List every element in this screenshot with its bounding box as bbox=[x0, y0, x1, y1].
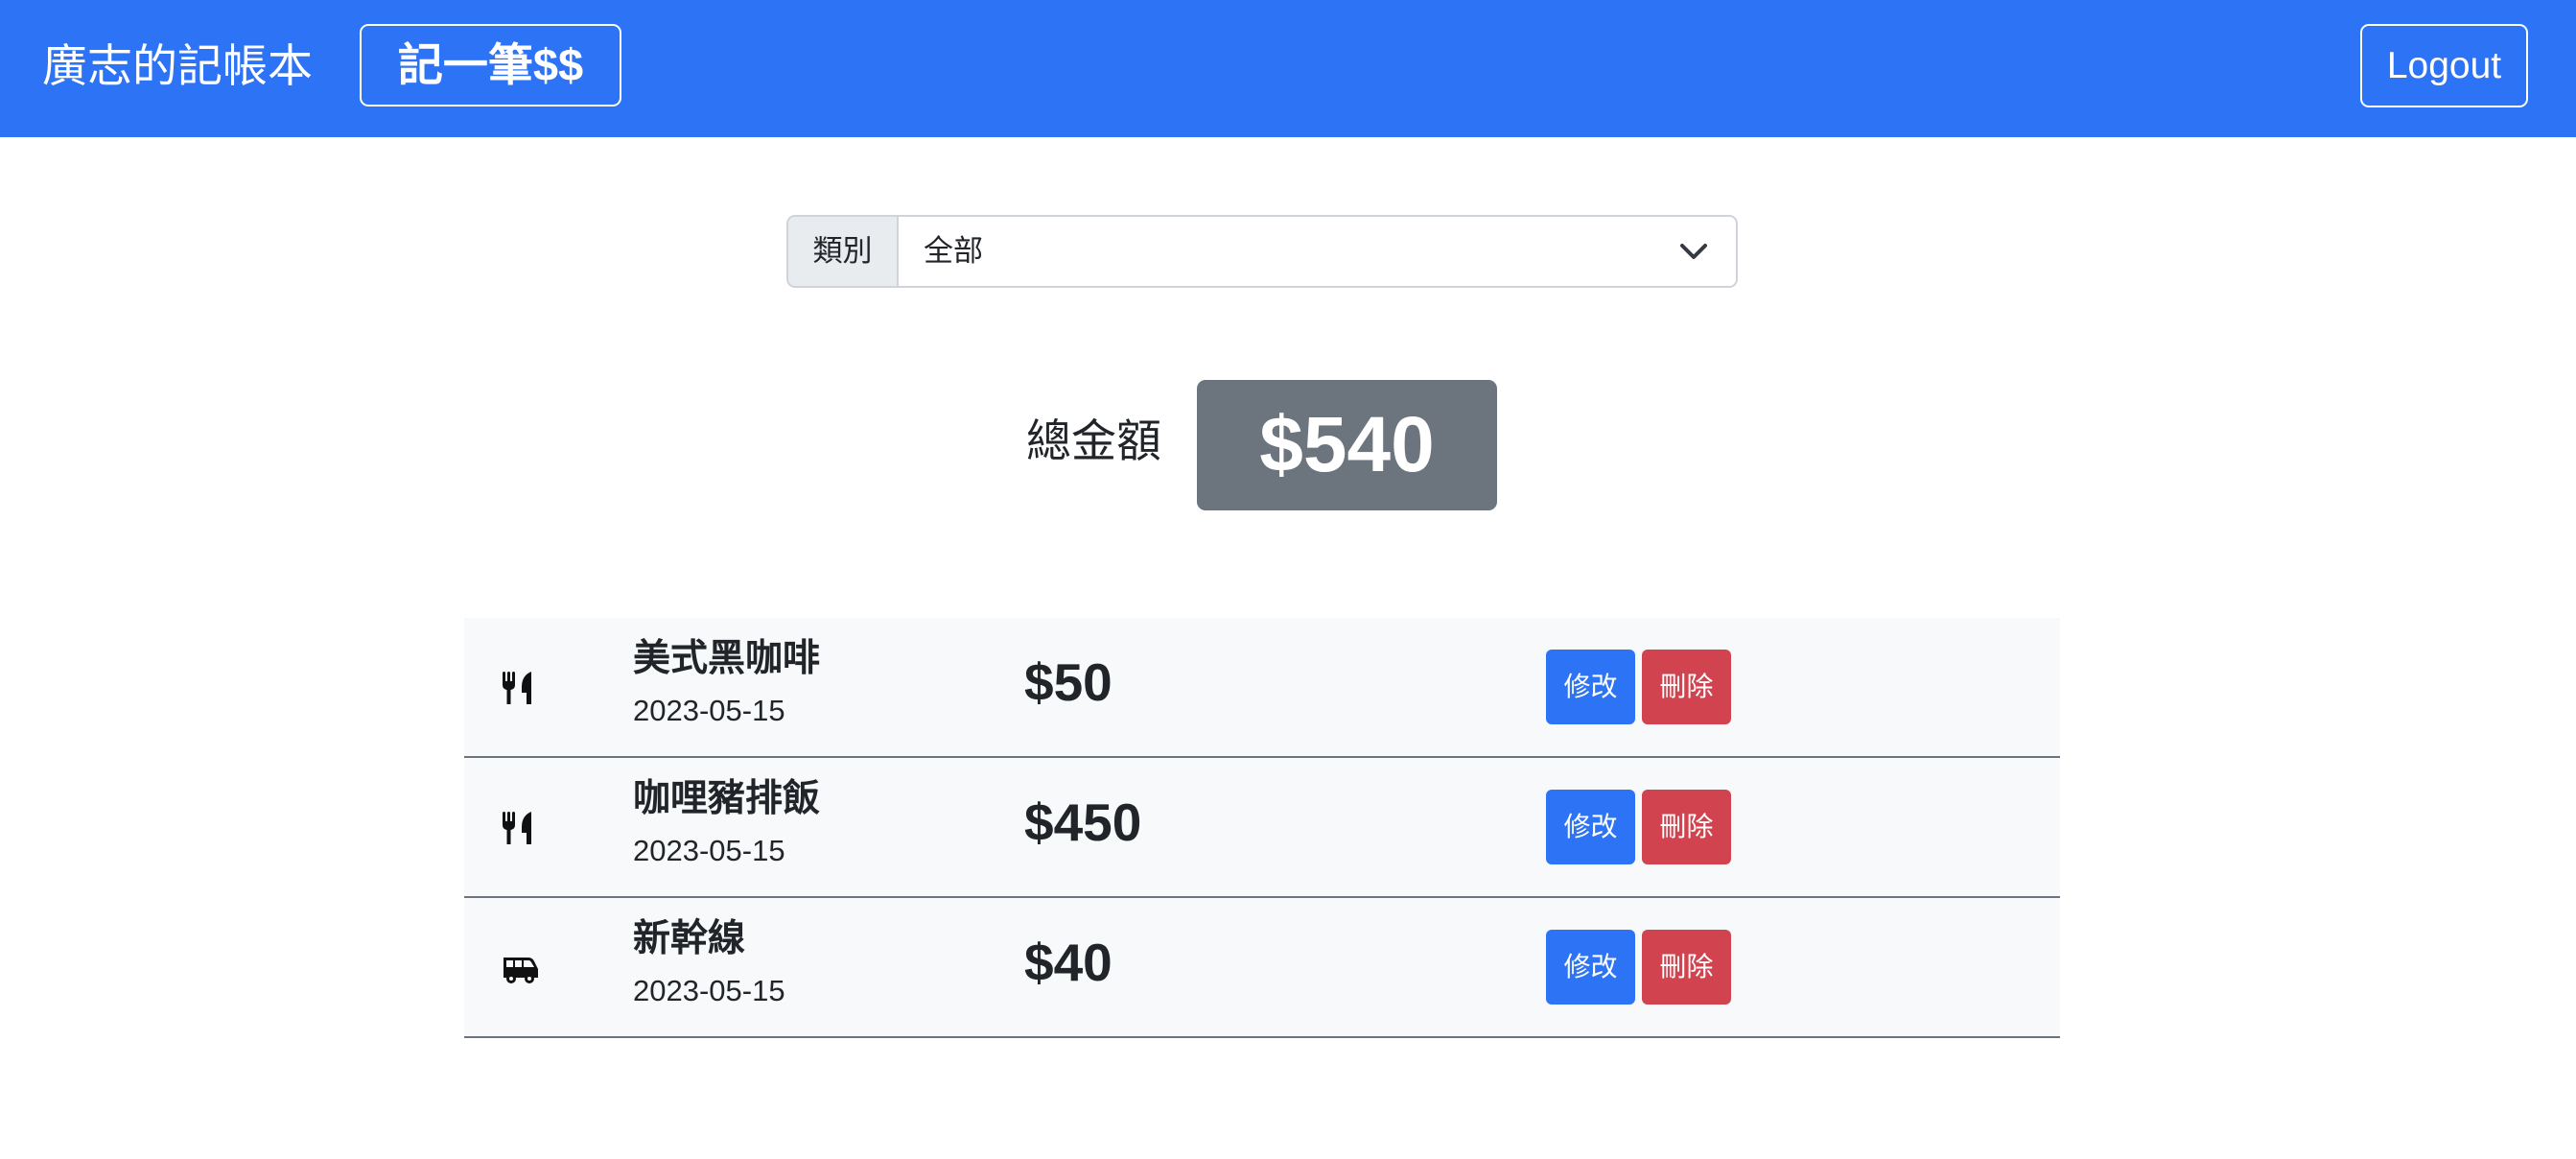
record-row: 咖哩豬排飯 2023-05-15 $450 修改 刪除 bbox=[464, 758, 2060, 898]
record-date: 2023-05-15 bbox=[633, 834, 785, 867]
delete-button[interactable]: 刪除 bbox=[1642, 930, 1731, 1005]
record-name: 美式黑咖啡 bbox=[633, 638, 821, 679]
shuttle-van-icon bbox=[503, 958, 538, 983]
category-select-value: 全部 bbox=[924, 234, 983, 268]
record-row: 新幹線 2023-05-15 $40 修改 刪除 bbox=[464, 898, 2060, 1038]
brand-title[interactable]: 廣志的記帳本 bbox=[42, 35, 313, 98]
record-name: 新幹線 bbox=[633, 918, 746, 959]
record-name: 咖哩豬排飯 bbox=[633, 778, 821, 819]
category-filter: 類別 全部 bbox=[786, 215, 1738, 288]
utensils-icon bbox=[503, 672, 531, 704]
edit-button[interactable]: 修改 bbox=[1546, 930, 1635, 1005]
record-list: 美式黑咖啡 2023-05-15 $50 修改 刪除 咖哩豬排飯 2023-05… bbox=[464, 618, 2060, 1038]
record-row: 美式黑咖啡 2023-05-15 $50 修改 刪除 bbox=[464, 618, 2060, 758]
total-label: 總金額 bbox=[1026, 415, 1161, 466]
record-amount: $450 bbox=[1024, 792, 1142, 852]
logout-button[interactable]: Logout bbox=[2360, 24, 2528, 107]
record-date: 2023-05-15 bbox=[633, 694, 785, 727]
category-filter-label: 類別 bbox=[786, 215, 897, 288]
top-navbar: 廣志的記帳本 記一筆$$ Logout bbox=[0, 0, 2576, 137]
category-select[interactable]: 全部 bbox=[897, 215, 1738, 288]
chevron-down-icon bbox=[1680, 244, 1707, 259]
add-record-button[interactable]: 記一筆$$ bbox=[360, 24, 621, 106]
delete-button[interactable]: 刪除 bbox=[1642, 790, 1731, 864]
record-amount: $40 bbox=[1024, 933, 1112, 992]
delete-button[interactable]: 刪除 bbox=[1642, 650, 1731, 724]
record-date: 2023-05-15 bbox=[633, 974, 785, 1007]
total-amount-badge: $540 bbox=[1197, 380, 1497, 510]
record-amount: $50 bbox=[1024, 652, 1112, 712]
edit-button[interactable]: 修改 bbox=[1546, 650, 1635, 724]
utensils-icon bbox=[503, 812, 531, 844]
edit-button[interactable]: 修改 bbox=[1546, 790, 1635, 864]
